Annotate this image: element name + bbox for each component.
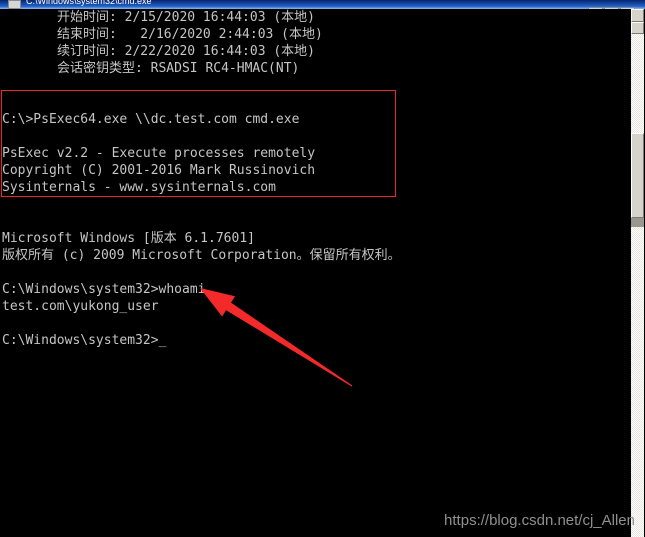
blog-watermark: https://blog.csdn.net/cj_Allen bbox=[444, 512, 635, 529]
scrollbar-up-arrow-button[interactable] bbox=[631, 9, 644, 22]
console-line: C:\Windows\system32>whoami bbox=[2, 282, 206, 297]
console-output-area[interactable]: 开始时间: 2/15/2020 16:44:03 (本地) 结束时间: 2/16/… bbox=[0, 9, 630, 537]
scrollbar-track[interactable] bbox=[631, 9, 644, 537]
console-line: C:\>PsExec64.exe \\dc.test.com cmd.exe bbox=[2, 112, 300, 127]
console-line: 结束时间: 2/16/2020 2:44:03 (本地) bbox=[57, 27, 323, 42]
vertical-scrollbar[interactable] bbox=[630, 9, 645, 537]
window-title-text: C:\Windows\system32\cmd.exe bbox=[26, 0, 152, 6]
console-line: 开始时间: 2/15/2020 16:44:03 (本地) bbox=[57, 10, 316, 25]
console-line: test.com\yukong_user bbox=[2, 299, 159, 314]
window-control-buttons[interactable] bbox=[587, 0, 643, 9]
console-line: Sysinternals - www.sysinternals.com bbox=[2, 180, 276, 195]
system-menu-icon[interactable] bbox=[8, 0, 21, 9]
console-line: 续订时间: 2/22/2020 16:44:03 (本地) bbox=[57, 44, 316, 59]
console-line: 版权所有 (c) 2009 Microsoft Corporation。保留所有… bbox=[2, 248, 401, 263]
console-line: PsExec v2.2 - Execute processes remotely bbox=[2, 146, 316, 161]
command-prompt-window: C:\Windows\system32\cmd.exe 开始时间: 2/15/2… bbox=[0, 0, 645, 537]
scrollbar-thumb[interactable] bbox=[631, 22, 644, 34]
console-line: 会话密钥类型: RSADSI RC4-HMAC(NT) bbox=[57, 61, 300, 76]
console-line: Copyright (C) 2001-2016 Mark Russinovich bbox=[2, 163, 316, 178]
console-line: C:\Windows\system32>_ bbox=[2, 333, 167, 348]
console-line: Microsoft Windows [版本 6.1.7601] bbox=[2, 231, 255, 246]
scrollbar-lower-thumb[interactable] bbox=[631, 133, 644, 218]
window-title-bar[interactable]: C:\Windows\system32\cmd.exe bbox=[0, 0, 645, 9]
scrollbar-down-arrow-button[interactable] bbox=[631, 218, 644, 227]
